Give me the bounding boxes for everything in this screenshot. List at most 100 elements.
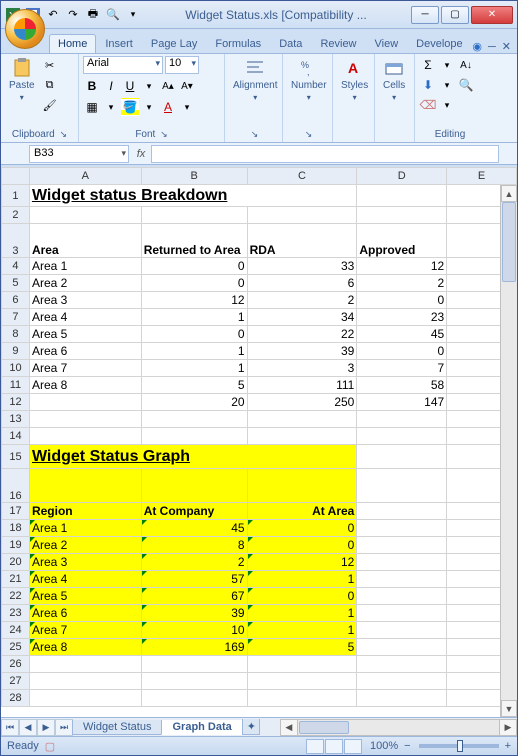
total-approved[interactable]: 147 — [357, 394, 447, 411]
row-25[interactable]: 25 — [2, 639, 30, 656]
cell[interactable]: Area 8 — [29, 639, 141, 656]
cell[interactable]: 23 — [357, 309, 447, 326]
italic-button[interactable]: I — [102, 77, 120, 95]
row-11[interactable]: 11 — [2, 377, 30, 394]
cell[interactable]: Area 8 — [29, 377, 141, 394]
scroll-down-icon[interactable]: ▼ — [501, 700, 517, 717]
tab-view[interactable]: View — [366, 34, 408, 53]
cell[interactable]: 45 — [357, 326, 447, 343]
cell[interactable]: Area 5 — [29, 326, 141, 343]
col-D[interactable]: D — [357, 168, 447, 185]
font-color-button[interactable]: A — [159, 98, 177, 116]
fill-more-icon[interactable]: ▾ — [438, 76, 456, 94]
row-21[interactable]: 21 — [2, 571, 30, 588]
cell[interactable]: Area 3 — [29, 554, 141, 571]
row-9[interactable]: 9 — [2, 343, 30, 360]
cell[interactable]: 33 — [247, 258, 357, 275]
increase-font-icon[interactable]: A▴ — [159, 77, 177, 95]
ghdr-region[interactable]: Region — [29, 503, 141, 520]
row-1[interactable]: 1 — [2, 185, 30, 207]
row-28[interactable]: 28 — [2, 690, 30, 707]
sheet-tab-graph-data[interactable]: Graph Data — [161, 720, 242, 735]
cell[interactable]: 39 — [247, 343, 357, 360]
cell[interactable]: 2 — [141, 554, 247, 571]
row-24[interactable]: 24 — [2, 622, 30, 639]
decrease-font-icon[interactable]: A▾ — [178, 77, 196, 95]
cells-button[interactable]: Cells▾ — [379, 56, 409, 104]
scroll-right-icon[interactable]: ▶ — [499, 720, 516, 735]
fill-more-icon[interactable]: ▾ — [140, 98, 158, 116]
cell[interactable]: 67 — [141, 588, 247, 605]
tab-data[interactable]: Data — [270, 34, 311, 53]
cell[interactable]: 22 — [247, 326, 357, 343]
graph-title[interactable]: Widget Status Graph — [29, 445, 356, 469]
font-launcher-icon[interactable]: ↘ — [160, 129, 168, 139]
cell[interactable]: 57 — [141, 571, 247, 588]
cell[interactable]: Area 6 — [29, 343, 141, 360]
worksheet-grid[interactable]: A B C D E 1Widget status Breakdown 2 3Ar… — [1, 167, 517, 717]
cell[interactable]: 1 — [247, 605, 357, 622]
format-painter-icon[interactable]: 🖌 — [41, 96, 59, 114]
autosum-button[interactable]: Σ — [419, 56, 437, 74]
row-22[interactable]: 22 — [2, 588, 30, 605]
row-13[interactable]: 13 — [2, 411, 30, 428]
cell[interactable]: 1 — [141, 309, 247, 326]
underline-button[interactable]: U — [121, 77, 139, 95]
alignment-button[interactable]: Alignment▾ — [229, 56, 281, 104]
cell[interactable]: 0 — [141, 258, 247, 275]
doc-close-icon[interactable]: ✕ — [502, 40, 511, 53]
cell[interactable]: 0 — [357, 343, 447, 360]
name-box[interactable]: B33 — [29, 145, 129, 163]
ribbon-minimize-icon[interactable]: ─ — [488, 41, 496, 53]
row-15[interactable]: 15 — [2, 445, 30, 469]
cell[interactable]: 2 — [357, 275, 447, 292]
cell[interactable]: 12 — [357, 258, 447, 275]
zoom-in-icon[interactable]: + — [505, 740, 511, 752]
cell[interactable]: 39 — [141, 605, 247, 622]
cell[interactable]: 3 — [247, 360, 357, 377]
styles-button[interactable]: AStyles▾ — [337, 56, 372, 104]
cell[interactable]: 0 — [357, 292, 447, 309]
view-pagelayout-button[interactable] — [325, 739, 343, 754]
border-button[interactable]: ▦ — [83, 98, 101, 116]
row-5[interactable]: 5 — [2, 275, 30, 292]
office-button[interactable] — [5, 9, 45, 49]
tab-home[interactable]: Home — [49, 34, 96, 53]
row-6[interactable]: 6 — [2, 292, 30, 309]
cell[interactable]: 1 — [247, 571, 357, 588]
minimize-button[interactable]: ─ — [411, 6, 439, 24]
sheet-nav-next-icon[interactable]: ▶ — [37, 719, 55, 736]
help-icon[interactable]: ◉ — [472, 40, 482, 53]
hdr-rda[interactable]: RDA — [247, 224, 357, 258]
cell[interactable]: 0 — [141, 275, 247, 292]
undo-icon[interactable]: ↶ — [45, 7, 61, 23]
row-10[interactable]: 10 — [2, 360, 30, 377]
row-23[interactable]: 23 — [2, 605, 30, 622]
cell[interactable]: 6 — [247, 275, 357, 292]
cell[interactable]: Area 7 — [29, 622, 141, 639]
scroll-thumb[interactable] — [502, 202, 516, 282]
row-14[interactable]: 14 — [2, 428, 30, 445]
cell[interactable]: 12 — [247, 554, 357, 571]
cell[interactable]: 1 — [247, 622, 357, 639]
print-icon[interactable]: 🖶 — [85, 7, 101, 23]
sheet-nav-last-icon[interactable]: ⏭ — [55, 719, 73, 736]
fill-color-button[interactable]: 🪣 — [121, 98, 139, 116]
cell[interactable]: 1 — [141, 343, 247, 360]
column-headers[interactable]: A B C D E — [2, 168, 517, 185]
col-B[interactable]: B — [141, 168, 247, 185]
cell[interactable]: Area 2 — [29, 537, 141, 554]
col-E[interactable]: E — [447, 168, 517, 185]
cell[interactable]: Area 1 — [29, 258, 141, 275]
cell[interactable]: Area 5 — [29, 588, 141, 605]
cell[interactable]: 0 — [247, 520, 357, 537]
tab-pagelayout[interactable]: Page Lay — [142, 34, 206, 53]
total-rda[interactable]: 250 — [247, 394, 357, 411]
vertical-scrollbar[interactable]: ▲ ▼ — [500, 185, 517, 717]
number-button[interactable]: %,Number▾ — [287, 56, 331, 104]
cell[interactable]: Area 2 — [29, 275, 141, 292]
fill-button[interactable]: ⬇ — [419, 76, 437, 94]
row-19[interactable]: 19 — [2, 537, 30, 554]
autosum-more-icon[interactable]: ▾ — [438, 56, 456, 74]
row-3[interactable]: 3 — [2, 224, 30, 258]
